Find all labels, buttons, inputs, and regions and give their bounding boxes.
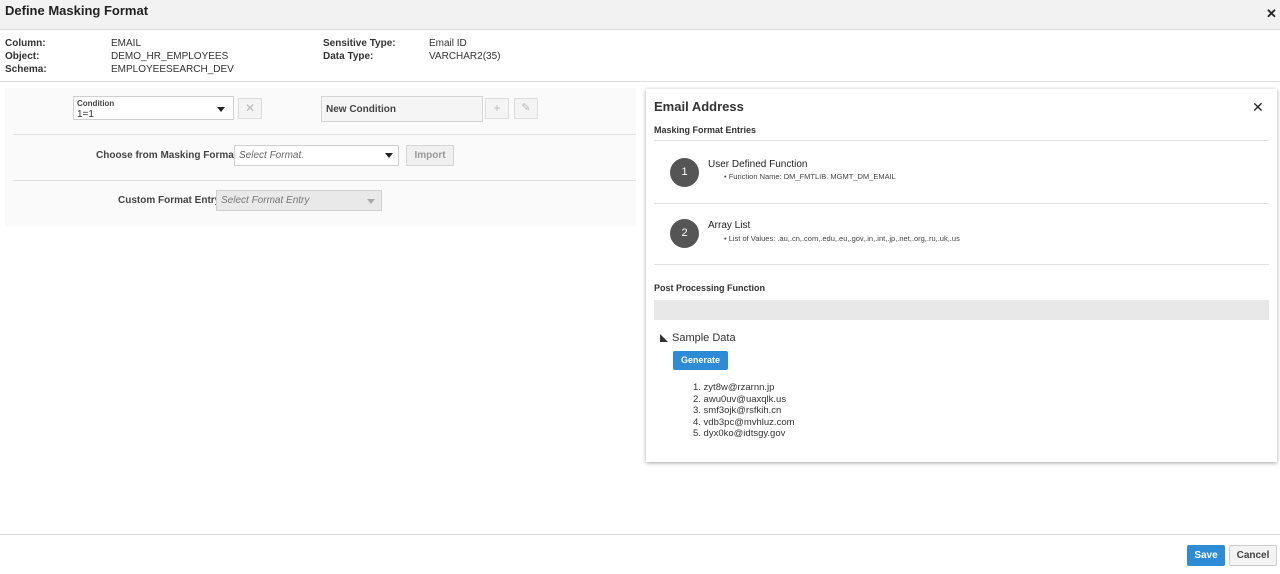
- masking-format-placeholder: Select Format.: [239, 150, 305, 161]
- entry-detail: • Function Name: DM_FMTLIB. MGMT_DM_EMAI…: [724, 172, 896, 181]
- cancel-button[interactable]: Cancel: [1229, 545, 1277, 566]
- panel-title: Email Address: [654, 99, 744, 114]
- list-item: 5. dyx0ko@idtsgy.gov: [693, 428, 786, 440]
- schema-value: EMPLOYEESEARCH_DEV: [111, 64, 234, 75]
- masking-format-entries-heading: Masking Format Entries: [654, 125, 757, 135]
- entry-detail: • List of Values: .au,.cn,.com,.edu,.eu,…: [724, 234, 960, 243]
- object-label: Object:: [5, 51, 40, 62]
- entry-detail-text: List of Values: .au,.cn,.com,.edu,.eu,.g…: [728, 234, 960, 243]
- new-condition-field[interactable]: New Condition: [321, 96, 483, 122]
- sensitive-type-label: Sensitive Type:: [323, 38, 396, 49]
- collapse-triangle-icon: [660, 334, 668, 342]
- add-condition-button[interactable]: +: [485, 98, 509, 119]
- entry-detail-text: Function Name: DM_FMTLIB. MGMT_DM_EMAIL: [728, 172, 896, 181]
- sample-data-list: 1. zyt8w@rzarnn.jp 2. awu0uv@uaxqlk.us 3…: [693, 382, 795, 440]
- dialog-header: Define Masking Format ✕: [0, 0, 1280, 30]
- row-divider: [13, 134, 636, 135]
- chevron-down-icon: [385, 153, 393, 158]
- custom-format-entry-label: Custom Format Entry: [118, 195, 221, 206]
- list-item: 4. vdb3pc@mvhluz.com: [693, 416, 795, 428]
- data-type-value: VARCHAR2(35): [429, 51, 501, 62]
- custom-format-entry-placeholder: Select Format Entry: [221, 195, 310, 206]
- column-label: Column:: [5, 38, 46, 49]
- condition-select[interactable]: Condition 1=1: [73, 96, 234, 120]
- list-item: 2. awu0uv@uaxqlk.us: [693, 393, 787, 405]
- generate-button[interactable]: Generate: [673, 351, 728, 370]
- custom-format-entry-select[interactable]: Select Format Entry: [216, 190, 382, 211]
- condition-panel: Condition 1=1 ✕ New Condition + ✎ Choose…: [5, 88, 636, 226]
- sample-data-toggle[interactable]: Sample Data: [660, 332, 736, 344]
- panel-divider: [654, 140, 1269, 141]
- masking-format-detail-panel: Email Address ✕ Masking Format Entries 1…: [646, 89, 1277, 462]
- edit-condition-button[interactable]: ✎: [514, 98, 538, 119]
- post-processing-function-field[interactable]: [654, 300, 1269, 320]
- close-icon[interactable]: ✕: [1252, 99, 1264, 116]
- entry-title: User Defined Function: [708, 159, 808, 170]
- schema-label: Schema:: [5, 64, 47, 75]
- column-value: EMAIL: [111, 38, 142, 49]
- sample-data-label: Sample Data: [672, 332, 736, 344]
- chevron-down-icon: [217, 107, 225, 112]
- entry-title: Array List: [708, 220, 751, 231]
- entry-number-badge: 2: [670, 219, 699, 248]
- list-item: 3. smf3ojk@rsfkih.cn: [693, 405, 782, 417]
- info-divider: [0, 81, 1280, 82]
- list-item: 1. zyt8w@rzarnn.jp: [693, 382, 775, 393]
- panel-divider: [654, 264, 1269, 265]
- post-processing-heading: Post Processing Function: [654, 283, 766, 293]
- panel-divider: [654, 203, 1269, 204]
- footer-divider: [0, 534, 1280, 535]
- masking-format-select[interactable]: Select Format.: [234, 145, 399, 166]
- data-type-label: Data Type:: [323, 51, 374, 62]
- close-icon[interactable]: ✕: [1266, 6, 1277, 22]
- chevron-down-icon: [367, 199, 375, 204]
- condition-label: Condition: [77, 99, 115, 108]
- import-button[interactable]: Import: [406, 145, 454, 166]
- dialog-title: Define Masking Format: [5, 3, 149, 18]
- save-button[interactable]: Save: [1187, 545, 1225, 566]
- row-divider: [13, 180, 636, 181]
- sensitive-type-value: Email ID: [429, 38, 467, 49]
- condition-value: 1=1: [77, 109, 94, 120]
- masking-formats-label: Choose from Masking Formats: [96, 150, 243, 161]
- entry-number-badge: 1: [670, 158, 699, 187]
- remove-condition-button[interactable]: ✕: [238, 98, 262, 119]
- object-value: DEMO_HR_EMPLOYEES: [111, 51, 229, 62]
